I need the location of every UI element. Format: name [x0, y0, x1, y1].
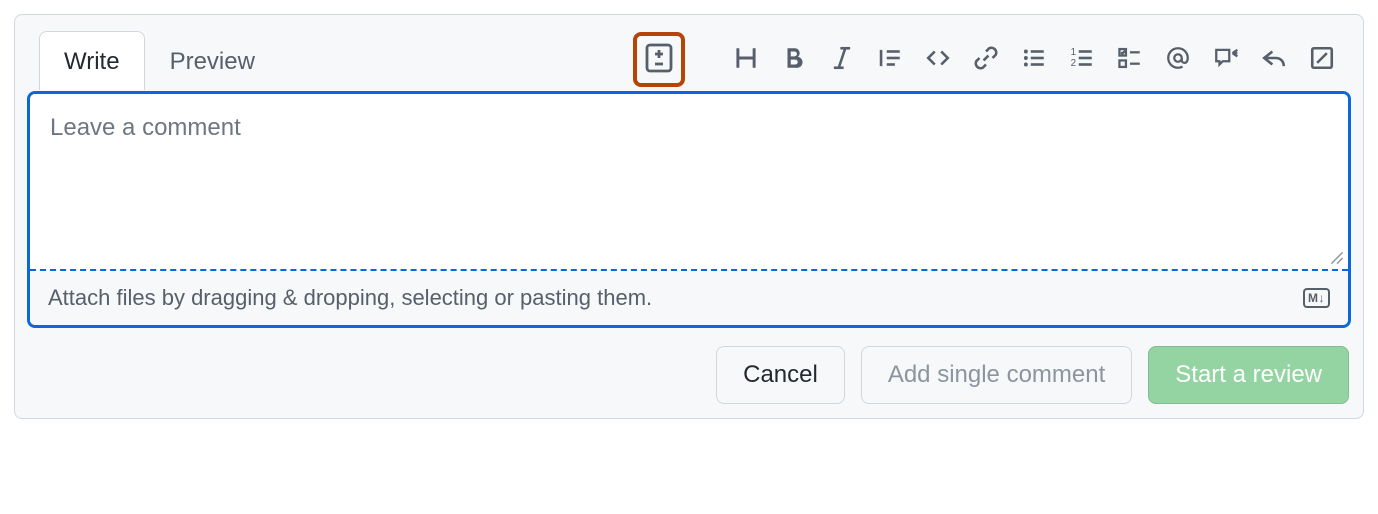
cancel-button[interactable]: Cancel — [716, 346, 845, 404]
code-icon — [925, 45, 951, 74]
action-buttons: Cancel Add single comment Start a review — [27, 346, 1351, 406]
comment-composer: Write Preview — [14, 14, 1364, 419]
link-icon — [973, 45, 999, 74]
italic-icon — [829, 45, 855, 74]
task-list-button[interactable] — [1113, 42, 1147, 76]
formatting-toolbar: 12 — [633, 32, 1351, 87]
code-button[interactable] — [921, 42, 955, 76]
diff-suggestion-button[interactable] — [643, 42, 675, 77]
quote-icon — [877, 45, 903, 74]
tab-preview[interactable]: Preview — [145, 31, 280, 90]
mention-icon — [1165, 45, 1191, 74]
svg-text:2: 2 — [1071, 58, 1076, 69]
tab-write[interactable]: Write — [39, 31, 145, 90]
markdown-badge-icon[interactable]: M↓ — [1303, 288, 1330, 308]
cross-reference-icon — [1213, 45, 1239, 74]
add-single-comment-button[interactable]: Add single comment — [861, 346, 1132, 404]
mention-button[interactable] — [1161, 42, 1195, 76]
attach-bar[interactable]: Attach files by dragging & dropping, sel… — [30, 269, 1348, 325]
editor-tabs: Write Preview — [39, 30, 280, 89]
offscreen-edit-button[interactable] — [1305, 42, 1339, 76]
editor-inner — [30, 94, 1348, 269]
quote-button[interactable] — [873, 42, 907, 76]
cross-reference-button[interactable] — [1209, 42, 1243, 76]
unordered-list-icon — [1021, 45, 1047, 74]
heading-button[interactable] — [729, 42, 763, 76]
editor-frame: Attach files by dragging & dropping, sel… — [27, 91, 1351, 328]
reply-icon — [1261, 45, 1287, 74]
tabs-toolbar-row: Write Preview — [27, 27, 1351, 91]
diff-suggestion-icon — [643, 42, 675, 77]
bold-icon — [781, 45, 807, 74]
task-list-icon — [1117, 45, 1143, 74]
ordered-list-icon: 12 — [1069, 45, 1095, 74]
ordered-list-button[interactable]: 12 — [1065, 42, 1099, 76]
offscreen-edit-icon — [1309, 45, 1335, 74]
reply-button[interactable] — [1257, 42, 1291, 76]
bold-button[interactable] — [777, 42, 811, 76]
resize-grip-icon[interactable] — [1330, 251, 1344, 265]
comment-textarea[interactable] — [30, 94, 1348, 264]
unordered-list-button[interactable] — [1017, 42, 1051, 76]
italic-button[interactable] — [825, 42, 859, 76]
attach-hint-text: Attach files by dragging & dropping, sel… — [48, 285, 1303, 311]
link-button[interactable] — [969, 42, 1003, 76]
heading-icon — [733, 45, 759, 74]
svg-text:1: 1 — [1071, 46, 1076, 57]
suggestion-highlight — [633, 32, 685, 87]
start-review-button[interactable]: Start a review — [1148, 346, 1349, 404]
